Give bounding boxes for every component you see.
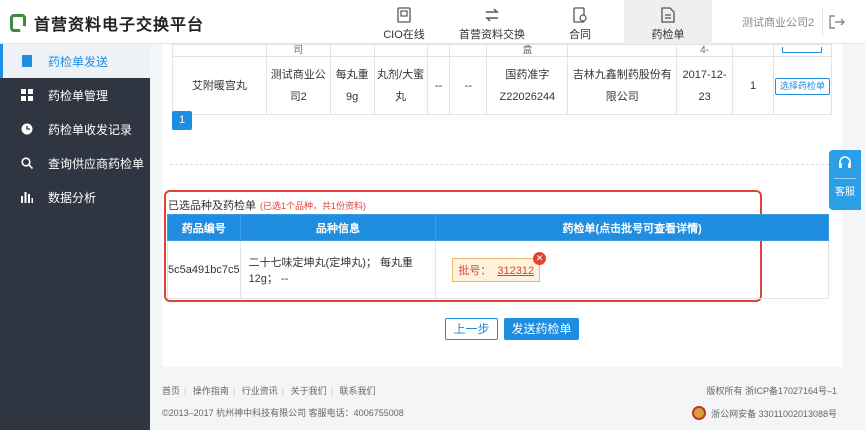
nav-test-report[interactable]: 药检单 <box>624 0 712 44</box>
lot-number-link[interactable]: 312312 <box>497 265 534 277</box>
sidebar-item-label: 药检单管理 <box>48 88 109 103</box>
remove-icon[interactable]: ✕ <box>533 251 547 265</box>
selected-title: 已选品种及药检单 (已选1个品种，共1份资料) <box>168 197 366 213</box>
table-cell: 国药准字Z22026244 <box>486 56 569 115</box>
table-cell: 丸剂/大蜜丸 <box>373 56 428 115</box>
send-report-button[interactable]: 发送药检单 <box>504 318 579 340</box>
table-row: 5c5a491bc7c5 二十七味定坤丸(定坤丸)； 每丸重12g； -- 批号… <box>167 240 829 299</box>
table-cell: 4- <box>676 44 734 57</box>
selected-note: (已选1个品种，共1份资料) <box>260 201 367 211</box>
prev-step-button[interactable]: 上一步 <box>445 318 498 340</box>
contract-icon <box>536 6 624 24</box>
company-name: 测试商业公司2 <box>742 17 815 29</box>
lot-tag[interactable]: 批号： 312312 ✕ <box>452 251 547 282</box>
sidebar-item-label: 药检单发送 <box>48 54 109 69</box>
main-content: 司 盒 4- 艾附暖宫丸 测试商业公司2 每丸重9g 丸剂/大蜜丸 -- -- … <box>150 44 865 430</box>
table-row: 司 盒 4- <box>172 44 833 57</box>
lot-label: 批号： <box>458 264 492 277</box>
footer-link-contact[interactable]: 联系我们 <box>340 386 376 396</box>
nav-label: CIO在线 <box>383 29 425 41</box>
column-header: 品种信息 <box>239 214 437 241</box>
nav-cio-online[interactable]: CIO在线 <box>360 0 448 44</box>
column-header: 药检单(点击批号可查看详情) <box>435 214 829 241</box>
police-record-text: 浙公网安备 33011002013088号 <box>711 408 837 419</box>
select-report-button[interactable] <box>782 47 823 53</box>
table-cell: 盒 <box>486 44 569 57</box>
logo-icon <box>10 14 28 34</box>
column-header: 药品编号 <box>167 214 241 241</box>
table-header-row: 药品编号 品种信息 药检单(点击批号可查看详情) <box>167 214 829 241</box>
nav-label: 首营资料交换 <box>459 29 525 41</box>
sidebar: 药检单发送 药检单管理 药检单收发记录 查询供应商药检单 数据分析 <box>0 44 150 430</box>
content-panel: 司 盒 4- 艾附暖宫丸 测试商业公司2 每丸重9g 丸剂/大蜜丸 -- -- … <box>162 44 842 367</box>
file-icon <box>20 54 34 68</box>
footer-link-home[interactable]: 首页 <box>162 386 180 396</box>
table-row: 艾附暖宫丸 测试商业公司2 每丸重9g 丸剂/大蜜丸 -- -- 国药准字Z22… <box>172 56 833 115</box>
nav-exchange[interactable]: 首营资料交换 <box>448 0 536 44</box>
document-icon <box>360 6 448 24</box>
drug-info: 二十七味定坤丸(定坤丸)； 每丸重12g； -- <box>239 240 437 299</box>
bar-chart-icon <box>20 190 34 204</box>
grid-icon <box>20 88 34 102</box>
headset-icon <box>839 156 851 168</box>
footer-link-news[interactable]: 行业资讯 <box>242 386 278 396</box>
sidebar-item-label: 数据分析 <box>48 190 97 205</box>
app-title: 首营资料电子交换平台 <box>34 17 205 34</box>
sidebar-item-manage[interactable]: 药检单管理 <box>0 78 150 112</box>
logout-icon <box>828 15 845 29</box>
exchange-icon <box>448 6 536 24</box>
page-number[interactable]: 1 <box>172 111 192 130</box>
footer: 首页 | 操作指南 | 行业资讯 | 关于我们 | 联系我们 ©2013–2017 杭州… <box>150 374 865 430</box>
sidebar-item-records[interactable]: 药检单收发记录 <box>0 112 150 146</box>
customer-service-label: 客服 <box>835 187 855 198</box>
nav-label: 合同 <box>569 29 591 41</box>
police-record: 浙公网安备 33011002013088号 <box>692 406 837 420</box>
table-cell: 2017-12-23 <box>676 56 734 115</box>
table-cell: 吉林九鑫制药股份有限公司 <box>567 56 678 115</box>
sidebar-item-send[interactable]: 药检单发送 <box>0 44 150 78</box>
clock-icon <box>20 122 34 136</box>
sidebar-item-query[interactable]: 查询供应商药检单 <box>0 146 150 180</box>
top-bar: 首营资料电子交换平台 CIO在线 首营资料交换 合同 药检单 测试商业公司2 <box>0 0 865 44</box>
table-cell: 每丸重9g <box>329 56 375 115</box>
footer-links: 首页 | 操作指南 | 行业资讯 | 关于我们 | 联系我们 <box>162 386 376 396</box>
footer-link-about[interactable]: 关于我们 <box>291 386 327 396</box>
table-cell: 1 <box>732 56 774 115</box>
nav-contract[interactable]: 合同 <box>536 0 624 44</box>
footer-link-guide[interactable]: 操作指南 <box>193 386 229 396</box>
sidebar-item-label: 查询供应商药检单 <box>48 156 145 171</box>
table-cell: 艾附暖宫丸 <box>172 56 267 115</box>
police-badge-icon <box>692 406 707 420</box>
copyright: ©2013–2017 杭州神中科技有限公司 客服电话：4006755008 <box>162 408 404 418</box>
table-cell: 司 <box>265 44 331 57</box>
select-report-button[interactable]: 选择药检单 <box>774 77 830 95</box>
search-icon <box>20 156 34 170</box>
nav-label: 药检单 <box>651 29 685 41</box>
sidebar-item-analysis[interactable]: 数据分析 <box>0 180 150 214</box>
sidebar-item-label: 药检单收发记录 <box>48 122 133 137</box>
drug-code: 5c5a491bc7c5 <box>167 240 241 299</box>
selected-table: 药品编号 品种信息 药检单(点击批号可查看详情) 5c5a491bc7c5 二十… <box>167 214 829 299</box>
selected-title-text: 已选品种及药检单 <box>168 200 256 212</box>
divider <box>170 164 834 165</box>
app-logo[interactable]: 首营资料电子交换平台 <box>10 11 204 35</box>
logout-button[interactable] <box>822 8 850 36</box>
report-icon <box>624 6 712 24</box>
customer-service-button[interactable]: 客服 <box>829 150 861 210</box>
table-cell: 测试商业公司2 <box>265 56 331 115</box>
table-cell: -- <box>449 56 488 115</box>
table-cell: -- <box>426 56 451 115</box>
main-nav: CIO在线 首营资料交换 合同 药检单 <box>360 0 712 44</box>
product-table: 司 盒 4- 艾附暖宫丸 测试商业公司2 每丸重9g 丸剂/大蜜丸 -- -- … <box>172 44 833 115</box>
icp-license: 版权所有 浙ICP备17027164号–1 <box>706 386 837 396</box>
